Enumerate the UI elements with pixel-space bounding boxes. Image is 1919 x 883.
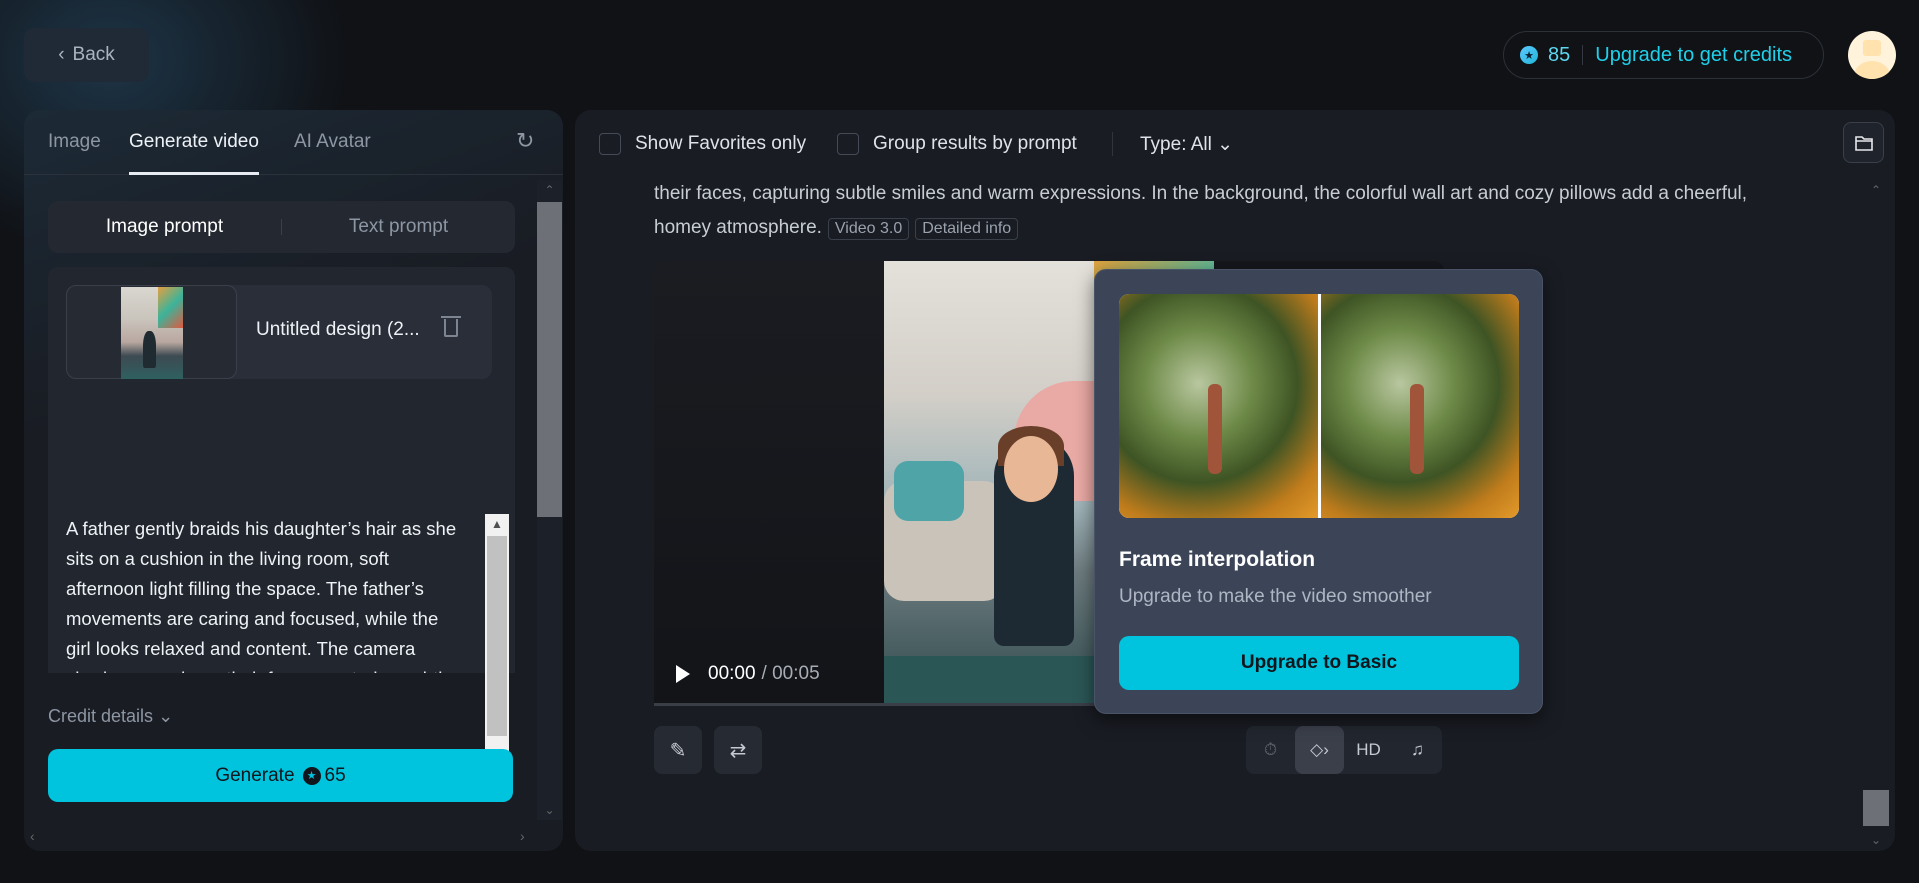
scroll-left-icon[interactable]: ‹ bbox=[30, 828, 35, 844]
scroll-up-icon[interactable]: ⌃ bbox=[1863, 180, 1889, 200]
prompt-card: Untitled design (2... A father gently br… bbox=[48, 267, 515, 673]
prompt-textarea[interactable]: A father gently braids his daughter’s ha… bbox=[66, 514, 466, 673]
folder-icon bbox=[1854, 135, 1873, 151]
textarea-scrollbar[interactable]: ▲ ▼ bbox=[485, 514, 509, 784]
tab-ai-avatar[interactable]: AI Avatar bbox=[294, 131, 371, 153]
chevron-down-icon: ⌄ bbox=[158, 706, 174, 726]
uploaded-image-item: Untitled design (2... bbox=[66, 285, 492, 379]
show-favorites-checkbox[interactable]: Show Favorites only bbox=[599, 133, 806, 155]
upgrade-to-basic-button[interactable]: Upgrade to Basic bbox=[1119, 636, 1519, 690]
results-scrollbar[interactable]: ⌃ ⌄ bbox=[1863, 180, 1889, 850]
back-button[interactable]: ‹ Back bbox=[24, 28, 149, 82]
image-thumbnail[interactable] bbox=[66, 285, 237, 379]
frame-interpolation-popup: Frame interpolation Upgrade to make the … bbox=[1094, 269, 1543, 714]
tab-bar: Image Generate video AI Avatar ↻ bbox=[24, 110, 563, 175]
hd-button[interactable]: HD bbox=[1344, 726, 1393, 774]
credit-star-icon: ★ bbox=[1520, 46, 1538, 64]
scroll-right-icon[interactable]: › bbox=[520, 828, 525, 844]
frame-interpolation-icon[interactable]: ◇› bbox=[1295, 726, 1344, 774]
chevron-left-icon: ‹ bbox=[58, 44, 65, 65]
popup-title: Frame interpolation bbox=[1119, 548, 1316, 571]
prompt-text: homey atmosphere. bbox=[654, 217, 822, 238]
edit-button[interactable]: ✎ bbox=[654, 726, 702, 774]
reset-icon[interactable]: ↻ bbox=[516, 128, 534, 154]
chevron-down-icon: ⌄ bbox=[1217, 134, 1234, 155]
prompt-text: their faces, capturing subtle smiles and… bbox=[654, 183, 1748, 204]
popup-subtitle: Upgrade to make the video smoother bbox=[1119, 586, 1432, 607]
duration: / 00:05 bbox=[761, 663, 820, 684]
image-prompt-tab[interactable]: Image prompt bbox=[48, 216, 281, 238]
panel-scrollbar[interactable]: ⌃ ⌄ bbox=[537, 180, 562, 820]
play-icon[interactable] bbox=[676, 665, 690, 683]
scroll-up-icon[interactable]: ⌃ bbox=[537, 180, 562, 200]
extend-time-icon[interactable]: ⏱ bbox=[1246, 726, 1295, 774]
text-prompt-tab[interactable]: Text prompt bbox=[282, 216, 515, 238]
model-tag: Video 3.0 bbox=[827, 218, 910, 240]
tab-image[interactable]: Image bbox=[48, 131, 101, 153]
credit-star-icon: ★ bbox=[302, 766, 321, 785]
divider bbox=[1112, 132, 1113, 156]
credits-pill[interactable]: ★ 85 Upgrade to get credits bbox=[1503, 31, 1824, 79]
trash-icon[interactable] bbox=[441, 316, 461, 337]
scroll-up-icon[interactable]: ▲ bbox=[485, 514, 509, 534]
credit-details-toggle[interactable]: Credit details ⌄ bbox=[48, 706, 173, 727]
divider bbox=[1582, 45, 1584, 65]
comparison-image bbox=[1119, 294, 1519, 518]
tab-generate-video[interactable]: Generate video bbox=[129, 131, 259, 175]
scroll-down-icon[interactable]: ⌄ bbox=[1863, 830, 1889, 850]
folder-button[interactable] bbox=[1843, 122, 1884, 163]
regenerate-button[interactable]: ⇄ bbox=[714, 726, 762, 774]
scroll-down-icon[interactable]: ⌄ bbox=[537, 800, 562, 820]
enhance-toolbar: ⏱ ◇› HD ♫ bbox=[1246, 726, 1442, 774]
detailed-info-tag[interactable]: Detailed info bbox=[915, 218, 1019, 240]
group-by-prompt-checkbox[interactable]: Group results by prompt bbox=[837, 133, 1077, 155]
music-icon[interactable]: ♫ bbox=[1393, 726, 1442, 774]
current-time: 00:00 bbox=[708, 663, 756, 684]
generate-button[interactable]: Generate ★ 65 bbox=[48, 749, 513, 802]
avatar[interactable] bbox=[1848, 31, 1896, 79]
upgrade-link[interactable]: Upgrade to get credits bbox=[1595, 44, 1792, 67]
prompt-mode-toggle: Image prompt Text prompt bbox=[48, 201, 515, 253]
pencil-icon: ✎ bbox=[669, 739, 687, 762]
type-filter-dropdown[interactable]: Type: All ⌄ bbox=[1140, 133, 1233, 156]
image-filename: Untitled design (2... bbox=[256, 319, 420, 340]
playback-controls: 00:00 / 00:05 bbox=[676, 663, 820, 685]
repeat-icon: ⇄ bbox=[729, 739, 747, 762]
left-panel: Image Generate video AI Avatar ↻ Image p… bbox=[24, 110, 563, 851]
credit-count: 85 bbox=[1548, 43, 1571, 66]
